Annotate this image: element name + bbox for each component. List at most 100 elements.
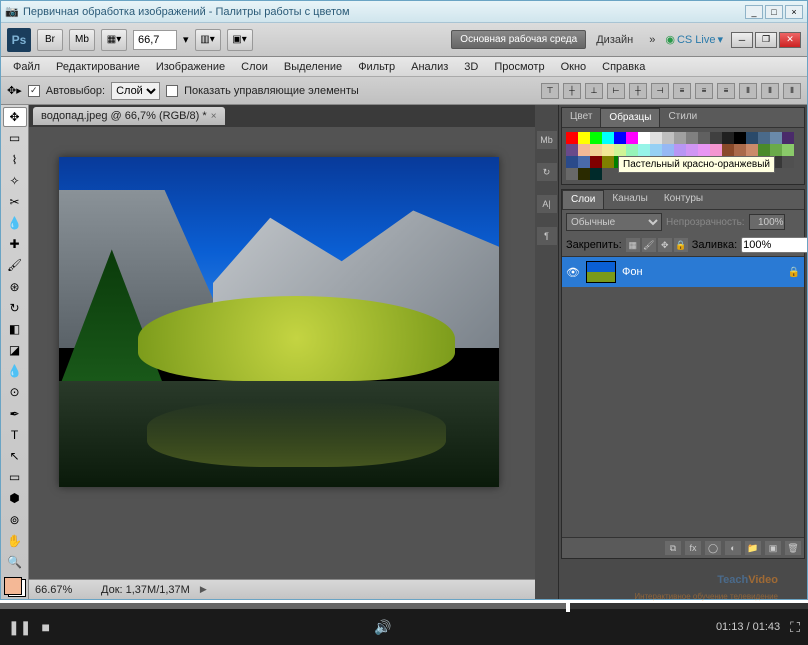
zoom-dropdown-icon[interactable]: ▾ — [183, 33, 189, 46]
close-tab-icon[interactable]: × — [211, 111, 217, 122]
menu-select[interactable]: Выделение — [276, 59, 350, 75]
screen-mode-button[interactable]: ▣▾ — [227, 29, 253, 51]
lock-all-icon[interactable]: 🔒 — [674, 238, 688, 252]
swatch[interactable] — [590, 168, 602, 180]
swatch[interactable] — [590, 144, 602, 156]
app-close-button[interactable]: ✕ — [779, 32, 801, 48]
dist-left-icon[interactable]: ⦀ — [739, 83, 757, 99]
layer-item-background[interactable]: 👁 Фон 🔒 — [562, 257, 804, 287]
swatch[interactable] — [626, 144, 638, 156]
menu-image[interactable]: Изображение — [148, 59, 233, 75]
menu-3d[interactable]: 3D — [456, 59, 486, 75]
swatch[interactable] — [698, 144, 710, 156]
blur-tool[interactable]: 💧 — [3, 361, 27, 381]
history-brush-tool[interactable]: ↻ — [3, 298, 27, 318]
swatch[interactable] — [746, 132, 758, 144]
swatch[interactable] — [614, 132, 626, 144]
menu-layer[interactable]: Слои — [233, 59, 276, 75]
layer-mask-icon[interactable]: ◯ — [705, 541, 721, 555]
eyedropper-tool[interactable]: 💧 — [3, 213, 27, 233]
document-tab[interactable]: водопад.jpeg @ 66,7% (RGB/8) * × — [33, 107, 225, 125]
adjustment-layer-icon[interactable]: ◐ — [725, 541, 741, 555]
marquee-tool[interactable]: ▭ — [3, 128, 27, 148]
swatch[interactable] — [638, 144, 650, 156]
swatch[interactable] — [710, 144, 722, 156]
swatch[interactable] — [782, 144, 794, 156]
paragraph-panel-icon[interactable]: ¶ — [537, 227, 557, 245]
show-controls-checkbox[interactable] — [166, 85, 178, 97]
zoom-level-field[interactable]: 66,7 — [133, 30, 177, 50]
status-menu-icon[interactable]: ▶ — [200, 584, 207, 595]
dist-right-icon[interactable]: ⦀ — [783, 83, 801, 99]
move-tool[interactable]: ✥ — [3, 107, 27, 127]
tab-channels[interactable]: Каналы — [604, 190, 656, 209]
type-tool[interactable]: T — [3, 425, 27, 445]
swatch[interactable] — [686, 132, 698, 144]
swatch[interactable] — [566, 156, 578, 168]
swatch[interactable] — [746, 144, 758, 156]
swatch[interactable] — [650, 132, 662, 144]
workspace-design-button[interactable]: Дизайн — [590, 31, 639, 49]
swatch[interactable] — [590, 156, 602, 168]
align-left-icon[interactable]: ⊢ — [607, 83, 625, 99]
quick-select-tool[interactable]: ✧ — [3, 171, 27, 191]
dist-top-icon[interactable]: ≡ — [673, 83, 691, 99]
history-panel-icon[interactable]: ↻ — [537, 163, 557, 181]
stop-button[interactable]: ■ — [41, 619, 49, 635]
progress-handle[interactable] — [566, 600, 570, 612]
window-maximize-button[interactable]: □ — [765, 5, 783, 19]
lasso-tool[interactable]: ⌇ — [3, 150, 27, 170]
lock-transparency-icon[interactable]: ▦ — [626, 238, 640, 252]
status-zoom[interactable]: 66.67% — [35, 584, 91, 596]
swatch[interactable] — [638, 132, 650, 144]
play-pause-button[interactable]: ❚❚ — [8, 619, 31, 636]
swatch[interactable] — [578, 168, 590, 180]
minibridge-panel-icon[interactable]: Mb — [537, 131, 557, 149]
hand-tool[interactable]: ✋ — [3, 531, 27, 551]
tab-layers[interactable]: Слои — [562, 190, 604, 209]
swatch[interactable] — [722, 132, 734, 144]
menu-file[interactable]: Файл — [5, 59, 48, 75]
dist-vc-icon[interactable]: ≡ — [695, 83, 713, 99]
window-close-button[interactable]: × — [785, 5, 803, 19]
lock-pixels-icon[interactable]: 🖌 — [642, 238, 656, 252]
color-swatch[interactable] — [4, 577, 26, 597]
align-top-icon[interactable]: ⊤ — [541, 83, 559, 99]
tab-color[interactable]: Цвет — [562, 108, 600, 127]
menu-view[interactable]: Просмотр — [486, 59, 552, 75]
pen-tool[interactable]: ✒ — [3, 404, 27, 424]
swatch[interactable] — [626, 132, 638, 144]
dist-hc-icon[interactable]: ⦀ — [761, 83, 779, 99]
app-minimize-button[interactable]: ─ — [731, 32, 753, 48]
fullscreen-button[interactable]: ⛶ — [790, 619, 800, 636]
swatch[interactable] — [566, 132, 578, 144]
align-hc-icon[interactable]: ┼ — [629, 83, 647, 99]
tab-paths[interactable]: Контуры — [656, 190, 711, 209]
swatch[interactable] — [758, 132, 770, 144]
swatch[interactable] — [782, 132, 794, 144]
minibridge-button[interactable]: Mb — [69, 29, 95, 51]
foreground-color[interactable] — [4, 577, 22, 595]
gradient-tool[interactable]: ◪ — [3, 340, 27, 360]
swatch[interactable] — [770, 132, 782, 144]
menu-help[interactable]: Справка — [594, 59, 653, 75]
menu-edit[interactable]: Редактирование — [48, 59, 148, 75]
crop-tool[interactable]: ✂ — [3, 192, 27, 212]
layer-group-icon[interactable]: 📁 — [745, 541, 761, 555]
window-minimize-button[interactable]: _ — [745, 5, 763, 19]
workspace-main-button[interactable]: Основная рабочая среда — [451, 30, 586, 49]
align-bottom-icon[interactable]: ⊥ — [585, 83, 603, 99]
swatch[interactable] — [758, 144, 770, 156]
align-vc-icon[interactable]: ┼ — [563, 83, 581, 99]
link-layers-icon[interactable]: ⧉ — [665, 541, 681, 555]
path-select-tool[interactable]: ↖ — [3, 446, 27, 466]
swatch[interactable] — [578, 144, 590, 156]
visibility-icon[interactable]: 👁 — [566, 266, 580, 279]
swatch[interactable] — [674, 132, 686, 144]
autoselect-dropdown[interactable]: Слой — [111, 82, 160, 100]
lock-position-icon[interactable]: ✥ — [658, 238, 672, 252]
swatch[interactable] — [782, 156, 794, 168]
dist-bottom-icon[interactable]: ≡ — [717, 83, 735, 99]
shape-tool[interactable]: ▭ — [3, 467, 27, 487]
swatch[interactable] — [602, 132, 614, 144]
